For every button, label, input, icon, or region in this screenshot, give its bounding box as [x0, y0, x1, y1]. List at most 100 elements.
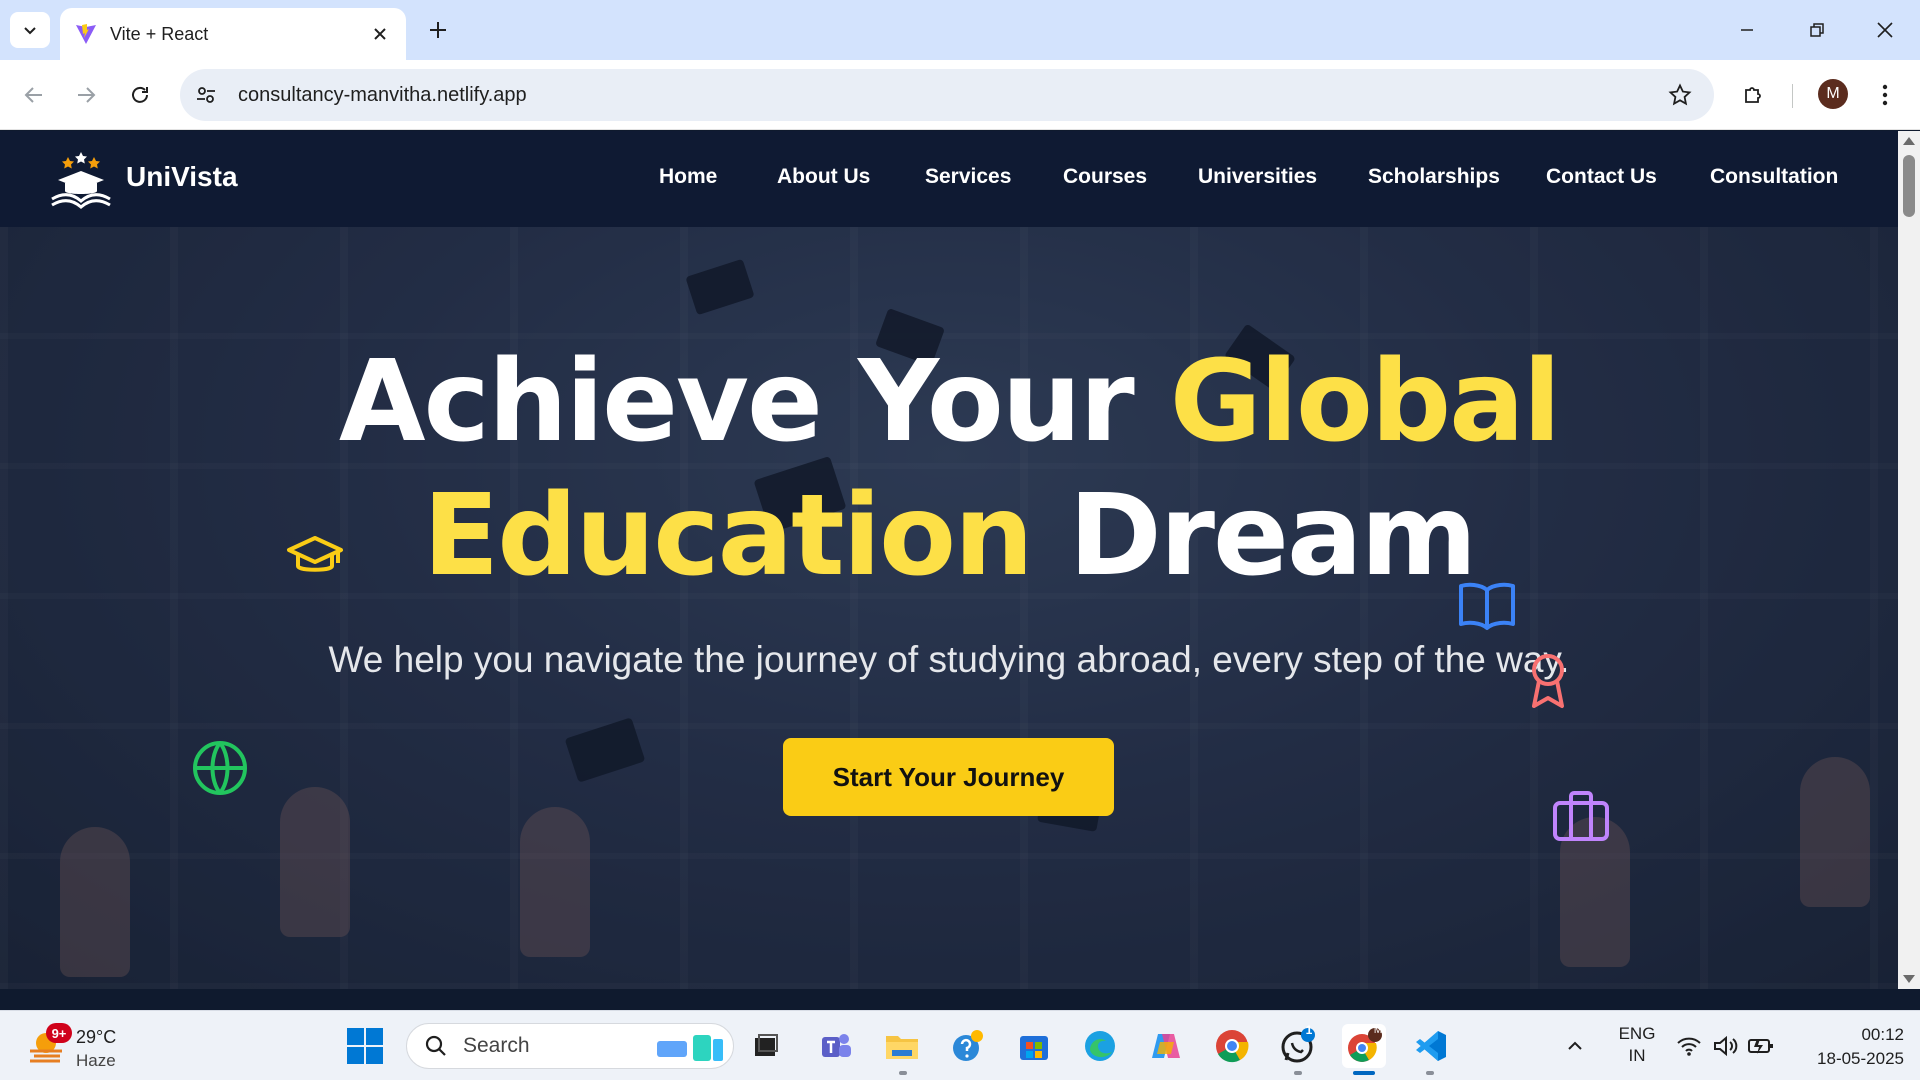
search-placeholder: Search	[463, 1034, 530, 1057]
hero-title-highlight-education: Education	[422, 471, 1034, 601]
running-indicator	[1426, 1071, 1434, 1075]
active-app-indicator	[1353, 1071, 1375, 1075]
scroll-up-arrow-icon[interactable]	[1903, 137, 1915, 145]
browser-menu-button[interactable]	[1870, 75, 1900, 115]
site-navbar: UniVista Home About Us Services Courses …	[0, 131, 1898, 227]
tab-strip: Vite + React	[0, 0, 1920, 60]
extensions-button[interactable]	[1734, 75, 1774, 115]
clock-time: 00:12	[1861, 1025, 1904, 1044]
temperature: 29°C	[76, 1027, 117, 1047]
help-app[interactable]	[946, 1024, 990, 1068]
start-journey-button[interactable]: Start Your Journey	[783, 738, 1114, 816]
microsoft-store-app[interactable]	[1012, 1024, 1056, 1068]
puzzle-icon	[1745, 87, 1761, 103]
weather-condition: Haze	[76, 1051, 116, 1070]
chrome-icon	[1216, 1030, 1249, 1063]
teams-icon	[822, 1034, 851, 1057]
plus-icon	[430, 22, 446, 38]
edge-app[interactable]	[1078, 1024, 1122, 1068]
nav-contact-us[interactable]: Contact Us	[1546, 165, 1657, 189]
arrow-left-icon	[24, 87, 42, 103]
chevron-down-icon	[24, 27, 36, 35]
nav-about-us[interactable]: About Us	[777, 165, 870, 189]
copilot-app[interactable]	[1144, 1024, 1188, 1068]
task-view-icon	[755, 1034, 778, 1056]
restore-button[interactable]	[1792, 10, 1842, 50]
vscode-app[interactable]	[1408, 1024, 1452, 1068]
tab-search-button[interactable]	[10, 12, 50, 48]
nav-universities[interactable]: Universities	[1198, 165, 1317, 189]
bookmark-star-icon[interactable]	[1660, 75, 1700, 115]
nav-consultation[interactable]: Consultation	[1710, 165, 1838, 189]
windows-start-icon[interactable]	[346, 1027, 384, 1065]
arrow-right-icon	[78, 87, 96, 103]
folder-icon	[886, 1036, 918, 1059]
site-info-icon[interactable]	[188, 77, 224, 113]
page-viewport: Achieve Your Global Education Dream We h…	[0, 131, 1898, 989]
nav-services[interactable]: Services	[925, 165, 1011, 189]
browser-toolbar: consultancy-manvitha.netlify.app	[0, 60, 1920, 130]
close-window-button[interactable]	[1860, 10, 1910, 50]
chevron-up-icon	[1568, 1041, 1582, 1050]
tab-close-icon[interactable]	[368, 22, 392, 46]
back-button[interactable]	[14, 75, 54, 115]
store-icon	[1020, 1036, 1048, 1060]
vscode-icon	[1416, 1031, 1446, 1061]
url-text[interactable]: consultancy-manvitha.netlify.app	[238, 84, 1660, 107]
briefcase-icon	[1553, 791, 1609, 841]
input-language[interactable]: ENG IN	[1612, 1023, 1662, 1067]
task-view-button[interactable]	[744, 1024, 788, 1068]
taskbar-search[interactable]: Search	[406, 1023, 734, 1069]
whatsapp-badge: 1	[1305, 1023, 1313, 1037]
hero-title-part2: Dream	[1031, 471, 1477, 601]
travel-luggage-icon	[657, 1035, 723, 1061]
chrome-profile-app[interactable]: M	[1342, 1024, 1386, 1068]
univista-logo[interactable]	[48, 149, 114, 209]
award-ribbon-icon	[1532, 654, 1564, 708]
minimize-button[interactable]	[1722, 10, 1772, 50]
edge-icon	[1085, 1031, 1115, 1061]
restore-icon	[1810, 23, 1824, 37]
forward-button[interactable]	[66, 75, 106, 115]
toolbar-divider	[1792, 84, 1793, 108]
graduation-cap-icon	[287, 536, 343, 572]
chrome-app[interactable]	[1210, 1024, 1254, 1068]
running-indicator	[899, 1071, 907, 1075]
scrollbar-thumb[interactable]	[1903, 155, 1915, 217]
profile-avatar[interactable]: M	[1818, 79, 1848, 109]
whatsapp-app[interactable]: 1	[1276, 1023, 1320, 1068]
brand-name[interactable]: UniVista	[126, 161, 238, 193]
tab-title: Vite + React	[110, 23, 209, 44]
weather-widget[interactable]: 9+ 29°C Haze	[26, 1019, 166, 1073]
battery-icon[interactable]	[1746, 1031, 1776, 1061]
kebab-menu-icon	[1882, 84, 1888, 106]
teams-app[interactable]	[814, 1024, 858, 1068]
language-region: IN	[1628, 1046, 1646, 1065]
clock-date: 18-05-2025	[1817, 1049, 1904, 1068]
address-bar[interactable]: consultancy-manvitha.netlify.app	[180, 69, 1714, 121]
weather-notification-badge: 9+	[46, 1023, 72, 1043]
show-hidden-icons-button[interactable]	[1560, 1031, 1590, 1061]
browser-tab[interactable]: Vite + React	[60, 8, 406, 60]
scroll-down-arrow-icon[interactable]	[1903, 975, 1915, 983]
hero-title: Achieve Your Global Education Dream	[0, 335, 1898, 603]
language-code: ENG	[1618, 1024, 1656, 1043]
copilot-icon	[1152, 1034, 1180, 1058]
reload-button[interactable]	[120, 75, 160, 115]
globe-icon	[193, 741, 247, 795]
nav-home[interactable]: Home	[659, 165, 717, 189]
nav-courses[interactable]: Courses	[1063, 165, 1147, 189]
file-explorer-app[interactable]	[880, 1024, 924, 1068]
search-icon	[421, 1031, 451, 1061]
nav-scholarships[interactable]: Scholarships	[1368, 165, 1500, 189]
close-icon	[1877, 22, 1893, 38]
help-icon	[953, 1030, 983, 1061]
minimize-icon	[1741, 29, 1753, 31]
hero-section: Achieve Your Global Education Dream We h…	[0, 227, 1898, 989]
wifi-icon[interactable]	[1674, 1031, 1704, 1061]
page-scrollbar[interactable]	[1898, 131, 1920, 989]
new-tab-button[interactable]	[422, 14, 454, 46]
volume-icon[interactable]	[1710, 1031, 1740, 1061]
system-clock[interactable]: 00:12 18-05-2025	[1784, 1023, 1904, 1071]
running-indicator	[1294, 1071, 1302, 1075]
